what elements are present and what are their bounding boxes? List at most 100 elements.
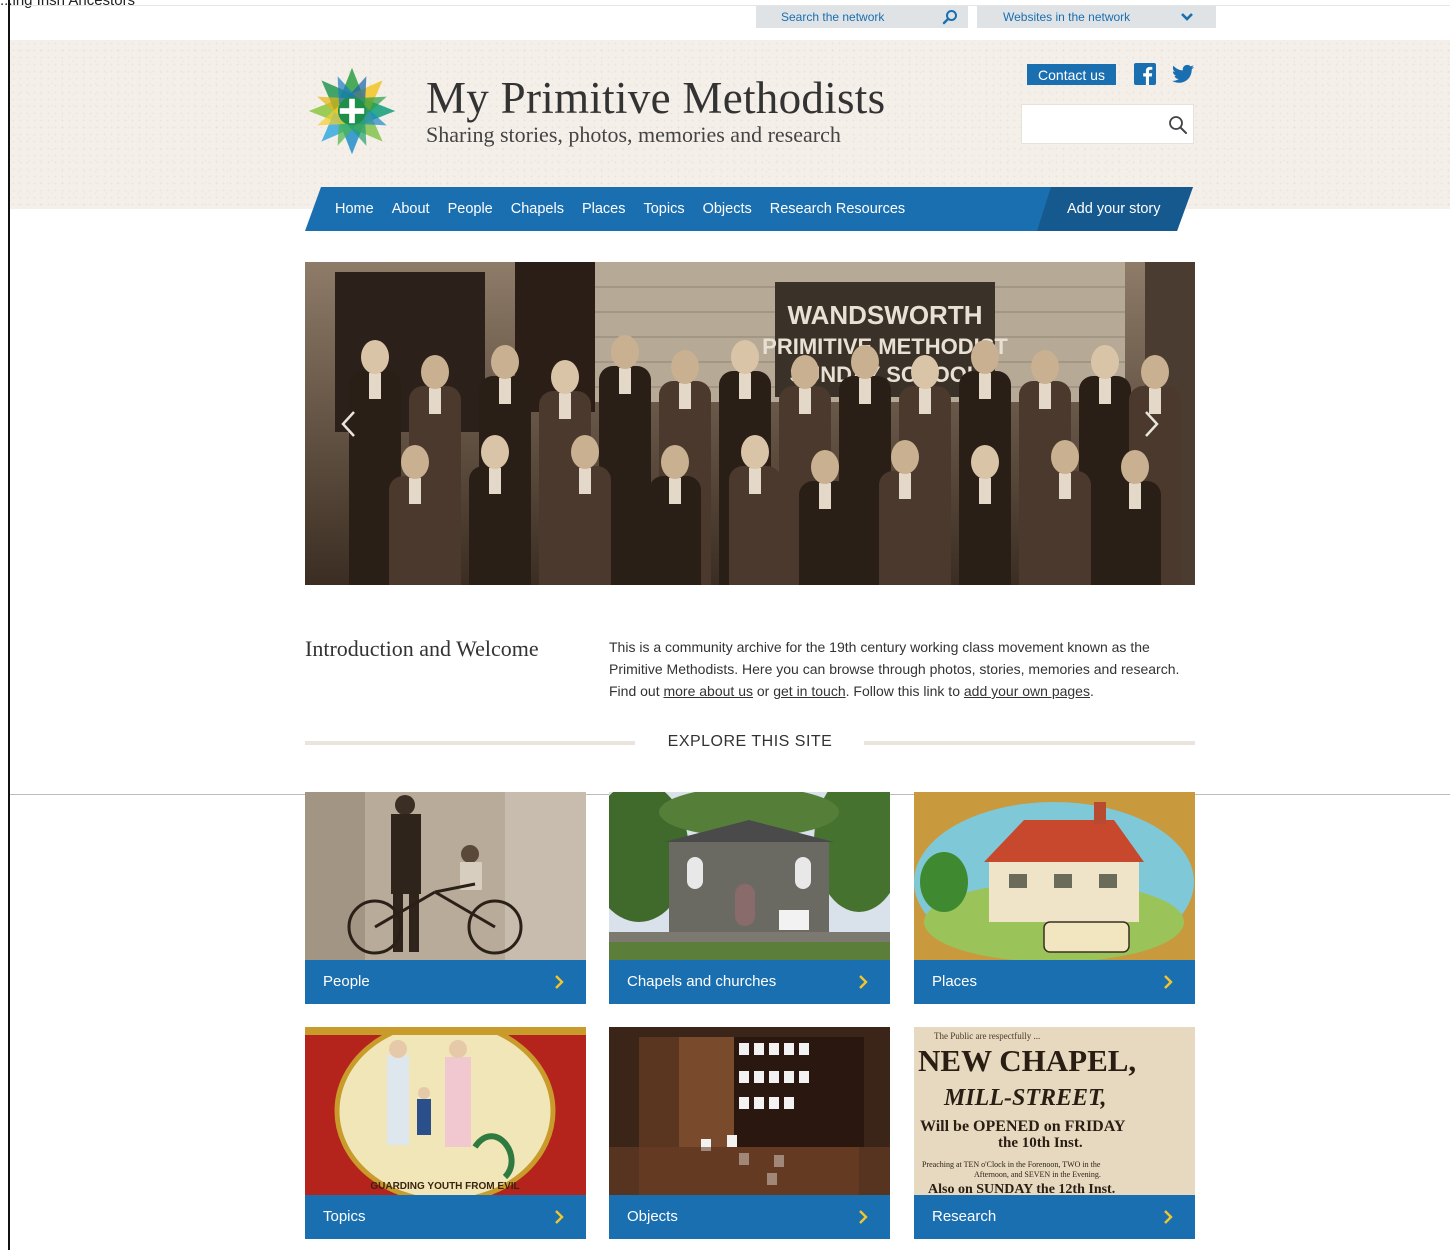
card-topics[interactable]: GUARDING YOUTH FROM EVIL Topics [305, 1027, 586, 1239]
hero-figure-collar [579, 468, 591, 494]
card-places-bar: Places [914, 960, 1195, 1004]
poster-line4: the 10th Inst. [998, 1135, 1083, 1151]
card-places-label: Places [932, 973, 978, 990]
hero-figure-head [1091, 345, 1119, 379]
nav-items: Home About People Chapels Places Topics … [335, 187, 905, 231]
card-places[interactable]: Places [914, 792, 1195, 1004]
card-places-image [914, 792, 1195, 960]
hero-figure-head [671, 350, 699, 384]
hero-figure-head [551, 360, 579, 394]
facebook-icon[interactable] [1134, 63, 1156, 85]
get-in-touch-link[interactable]: get in touch [773, 683, 845, 699]
intro-text-or: or [752, 683, 774, 699]
window-top-border [10, 5, 1450, 6]
card-people-bar: People [305, 960, 586, 1004]
card-objects-image [609, 1027, 890, 1195]
hero-figure-collar [409, 478, 421, 504]
card-topics-bar: Topics [305, 1195, 586, 1239]
hero-figure-collar [619, 368, 631, 394]
hero-figure-head [1121, 450, 1149, 484]
card-objects[interactable]: Objects [609, 1027, 890, 1239]
chevron-right-icon [859, 975, 868, 989]
site-search-box [1021, 104, 1194, 144]
explore-heading-row: EXPLORE THIS SITE [305, 732, 1195, 754]
nav-item-objects[interactable]: Objects [703, 201, 752, 217]
chevron-right-icon [1164, 975, 1173, 989]
chevron-right-icon [1164, 1210, 1173, 1224]
hero-figure-collar [749, 468, 761, 494]
card-topics-label: Topics [323, 1208, 366, 1225]
hero-figure-collar [1129, 483, 1141, 509]
card-research-image: The Public are respectfully ... NEW CHAP… [914, 1027, 1195, 1195]
nav-item-chapels[interactable]: Chapels [511, 201, 564, 217]
chevron-right-icon [555, 975, 564, 989]
search-network-label: Search the network [781, 10, 885, 24]
hero-figure-collar [919, 388, 931, 414]
hero-figure-head [361, 340, 389, 374]
site-tagline: Sharing stories, photos, memories and re… [426, 122, 841, 147]
carousel-next-arrow[interactable] [1142, 409, 1160, 439]
hero-figure-head [1141, 355, 1169, 389]
card-chapels-label: Chapels and churches [627, 973, 777, 990]
contact-us-button[interactable]: Contact us [1027, 64, 1116, 85]
hero-figure-head [791, 355, 819, 389]
add-your-story-button[interactable]: Add your story [1067, 187, 1161, 231]
hero-figure-collar [799, 388, 811, 414]
poster-line0: The Public are respectfully ... [934, 1031, 1040, 1041]
hero-figure-head [491, 345, 519, 379]
websites-network-dropdown[interactable]: Websites in the network [977, 6, 1216, 28]
chevron-right-icon [859, 1210, 868, 1224]
site-logo[interactable] [305, 64, 399, 158]
more-about-us-link[interactable]: more about us [663, 683, 753, 699]
hero-figure-collar [489, 468, 501, 494]
site-title[interactable]: My Primitive Methodists [426, 72, 885, 124]
nav-item-topics[interactable]: Topics [643, 201, 684, 217]
poster-line3: Will be OPENED on FRIDAY [920, 1118, 1126, 1135]
hero-photo: WANDSWORTH PRIMITIVE METHODIST SUNDAY SC… [305, 262, 1195, 585]
hero-figure-collar [369, 373, 381, 399]
hero-figure-collar [979, 478, 991, 504]
intro-text-end: . [1089, 683, 1094, 699]
hero-figure-head [811, 450, 839, 484]
card-chapels-image [609, 792, 890, 960]
hero-figure-head [1031, 350, 1059, 384]
chevron-down-icon [1181, 13, 1193, 21]
hero-figure-collar [979, 373, 991, 399]
card-objects-bar: Objects [609, 1195, 890, 1239]
main-navigation: Home About People Chapels Places Topics … [305, 187, 1193, 231]
nav-item-places[interactable]: Places [582, 201, 626, 217]
search-icon[interactable] [1168, 115, 1188, 135]
card-topics-image: GUARDING YOUTH FROM EVIL [305, 1027, 586, 1195]
twitter-icon[interactable] [1172, 64, 1194, 84]
site-search-input[interactable] [1030, 113, 1164, 137]
websites-network-label: Websites in the network [1003, 10, 1131, 24]
hero-figure-head [481, 435, 509, 469]
card-people[interactable]: People [305, 792, 586, 1004]
hero-figure-collar [429, 388, 441, 414]
card-chapels[interactable]: Chapels and churches [609, 792, 890, 1004]
poster-line2: MILL-STREET, [943, 1085, 1106, 1111]
intro-text: This is a community archive for the 19th… [609, 636, 1199, 702]
poster-line6: Afternoon, and SEVEN in the Evening. [974, 1170, 1101, 1179]
carousel-prev-arrow[interactable] [340, 409, 358, 439]
hero-figure-head [661, 445, 689, 479]
nav-item-about[interactable]: About [392, 201, 430, 217]
network-bar: Search the network Websites in the netwo… [756, 6, 1216, 28]
card-research[interactable]: The Public are respectfully ... NEW CHAP… [914, 1027, 1195, 1239]
card-objects-label: Objects [627, 1208, 678, 1225]
add-your-own-pages-link[interactable]: add your own pages [964, 683, 1090, 699]
hero-figure-collar [679, 383, 691, 409]
nav-item-home[interactable]: Home [335, 201, 374, 217]
hero-figure-head [891, 440, 919, 474]
nav-item-people[interactable]: People [448, 201, 493, 217]
hero-figure-head [851, 345, 879, 379]
poster-line5: Preaching at TEN o'Clock in the Forenoon… [922, 1160, 1101, 1169]
hero-figure-head [611, 335, 639, 369]
hero-figure-head [971, 445, 999, 479]
card-people-image [305, 792, 586, 960]
nav-item-research-resources[interactable]: Research Resources [770, 201, 905, 217]
hero-figure-collar [499, 378, 511, 404]
search-network-button[interactable]: Search the network [756, 6, 968, 28]
hero-figure-head [911, 355, 939, 389]
hero-figure-collar [1059, 473, 1071, 499]
